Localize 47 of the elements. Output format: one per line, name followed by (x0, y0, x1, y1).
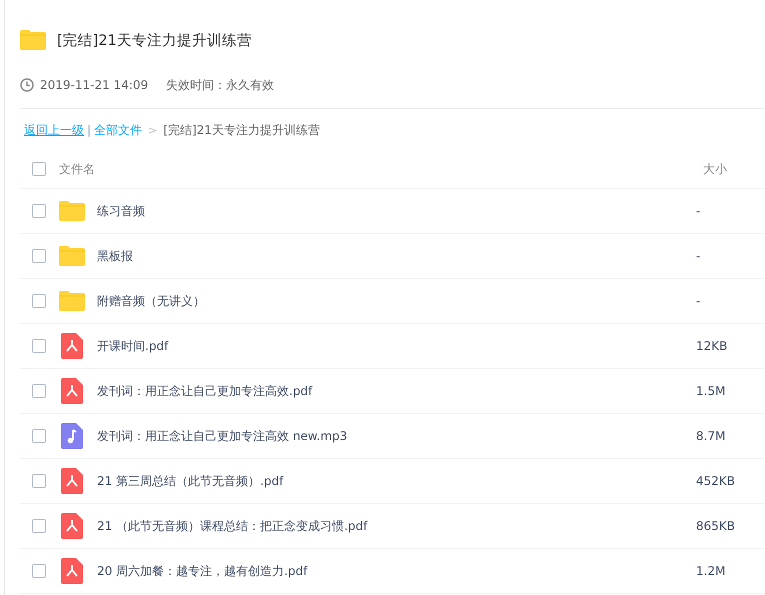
file-size: - (696, 294, 702, 308)
file-name[interactable]: 发刊词：用正念让自己更加专注高效.pdf (97, 382, 696, 400)
file-name[interactable]: 21 第三周总结（此节无音频）.pdf (97, 472, 696, 490)
checkbox[interactable] (32, 162, 46, 176)
share-title: [完结]21天专注力提升训练营 (57, 32, 252, 50)
file-size: 865KB (696, 519, 736, 533)
file-size: - (696, 204, 702, 218)
file-name[interactable]: 黑板报 (97, 248, 696, 264)
file-size: 1.5M (696, 384, 726, 398)
checkbox[interactable] (32, 249, 46, 263)
current-folder: [完结]21天专注力提升训练营 (163, 122, 320, 138)
column-header[interactable]: 大小 (703, 160, 765, 178)
file-name[interactable]: 开课时间.pdf (97, 338, 696, 354)
checkbox[interactable] (32, 519, 46, 533)
checkbox[interactable] (32, 384, 46, 398)
file-size: 12KB (696, 339, 728, 353)
folder-icon (20, 30, 46, 50)
folder-icon (59, 246, 85, 266)
pdf-file-icon (61, 378, 83, 404)
pdf-file-icon (61, 558, 83, 584)
checkbox[interactable] (32, 474, 46, 488)
file-name[interactable]: 21 （此节无音频）课程总结：把正念变成习惯.pdf (97, 518, 696, 534)
pdf-file-icon (61, 513, 83, 539)
file-name[interactable]: 20 周六加餐：越专注，越有创造力.pdf (97, 562, 696, 580)
music-file-icon (61, 423, 83, 449)
file-name[interactable]: 附赠音频（无讲义） (97, 292, 696, 310)
file-name[interactable]: 发刊词：用正念让自己更加专注高效 new.mp3 (97, 428, 696, 444)
file-size: 452KB (696, 474, 736, 488)
expiry-text: 失效时间：永久有效 (166, 76, 274, 94)
checkbox[interactable] (32, 429, 46, 443)
checkbox[interactable] (32, 339, 46, 353)
pdf-file-icon (61, 333, 83, 359)
pdf-file-icon (61, 468, 83, 494)
file-size: - (696, 249, 702, 263)
checkbox[interactable] (32, 204, 46, 218)
clock-icon (20, 78, 34, 92)
column-header[interactable]: 文件名 (59, 160, 703, 178)
file-size: 8.7M (696, 429, 726, 443)
folder-icon (59, 201, 85, 221)
share-time: 2019-11-21 14:09 (40, 78, 148, 92)
checkbox[interactable] (32, 564, 46, 578)
checkbox[interactable] (32, 294, 46, 308)
chevron: > (148, 124, 158, 136)
separator: | (87, 123, 92, 137)
folder-icon (59, 291, 85, 311)
file-name[interactable]: 练习音频 (97, 202, 696, 220)
file-size: 1.2M (696, 564, 726, 578)
